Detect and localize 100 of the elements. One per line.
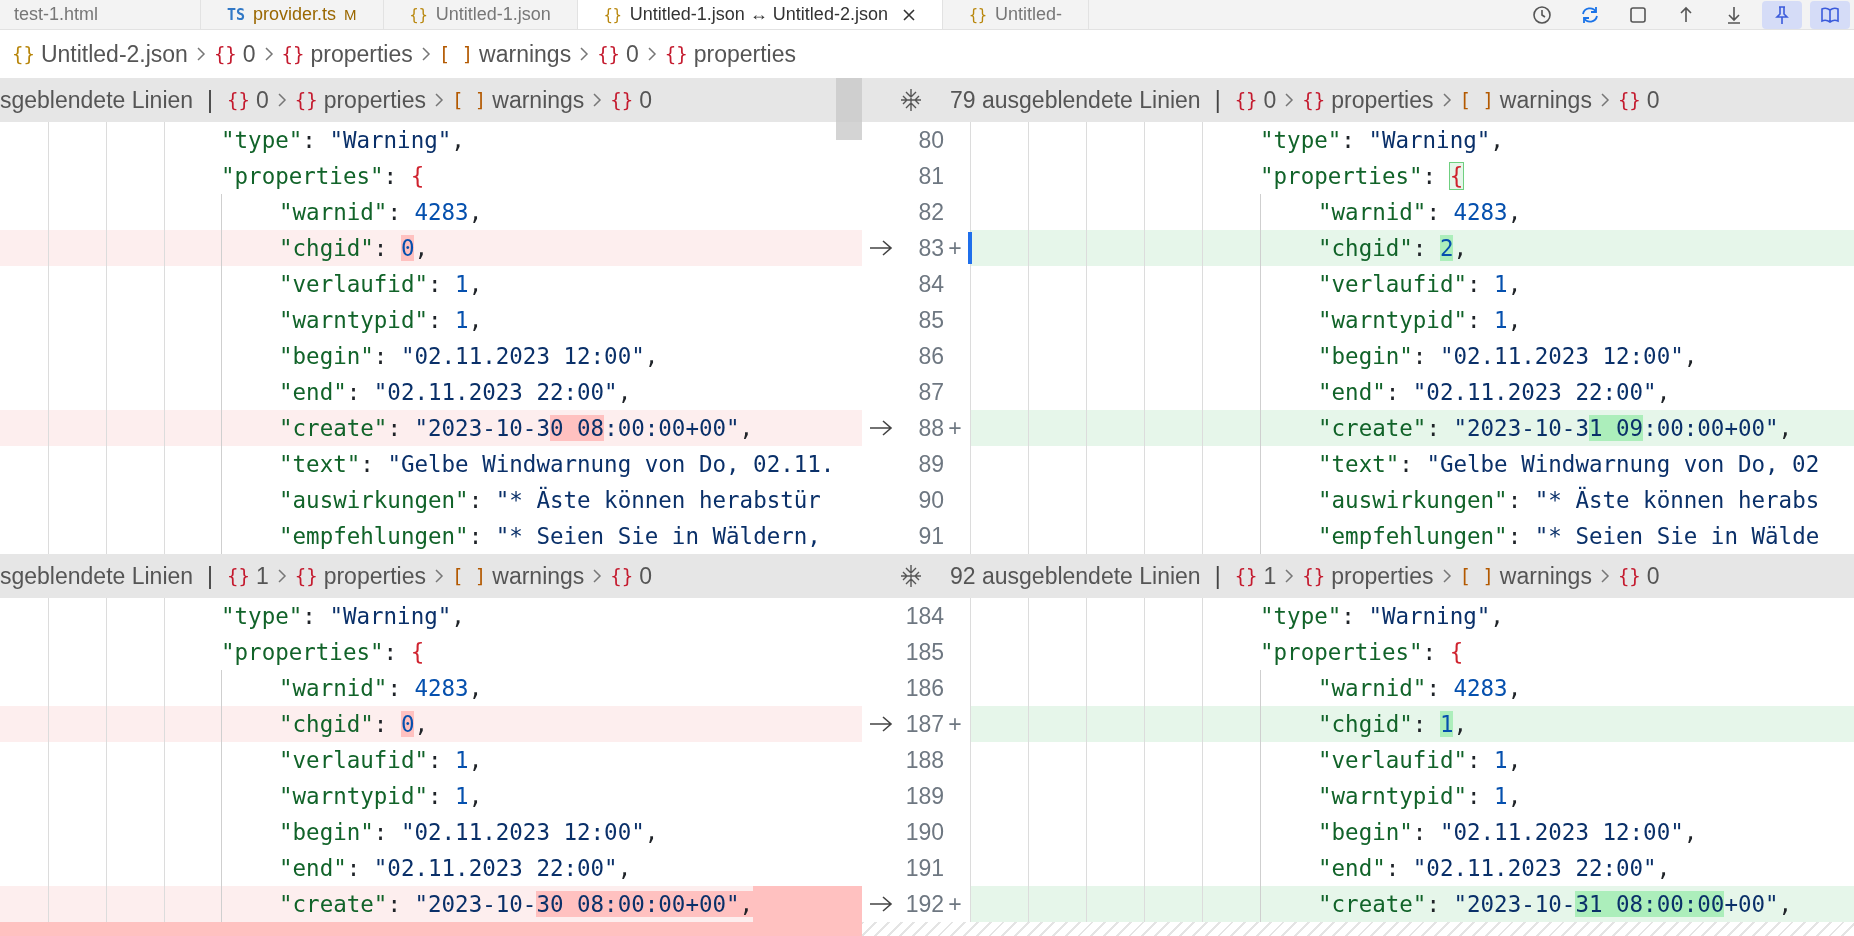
arrow-right-icon[interactable] — [868, 418, 894, 438]
line-number: 82 — [917, 198, 944, 226]
toolbar-button[interactable] — [1810, 0, 1850, 29]
hidden-lines-label[interactable]: sgeblendete Linien — [0, 86, 194, 114]
breadcrumb-item[interactable]: {} 0 — [1617, 86, 1660, 114]
code-line: "warntypid": 1, — [279, 306, 483, 335]
line-number: 190 — [904, 818, 944, 846]
code-line: "warntypid": 1, — [1318, 782, 1522, 811]
breadcrumb-item[interactable]: {} 0 — [610, 86, 652, 114]
tab[interactable]: {} Untitled- — [942, 0, 1089, 29]
arrow-right-icon[interactable] — [868, 894, 894, 914]
chevron-right-icon — [433, 568, 444, 584]
separator: | — [207, 86, 214, 114]
code-line: "properties": { — [221, 638, 425, 667]
breadcrumb-item[interactable]: [ ] warnings — [451, 86, 585, 114]
history-icon — [1531, 3, 1553, 26]
tab[interactable]: {} Untitled-1.json ↔ Untitled-2.json — [577, 0, 943, 29]
breadcrumb-item[interactable]: {} properties — [1302, 562, 1434, 590]
breadcrumb-item[interactable]: [ ] warnings — [451, 562, 585, 590]
brackets-icon: [ ] — [1459, 565, 1494, 587]
code-line: "create": "2023-10-30 08:00:00+00", — [279, 414, 754, 443]
line-number: 84 — [917, 270, 944, 298]
code-line: "auswirkungen": "* Äste können herabstür — [279, 485, 821, 515]
line-number: 80 — [917, 126, 944, 154]
json-file-icon: {} — [409, 5, 428, 24]
breadcrumb-item[interactable]: {} properties — [664, 40, 796, 68]
brackets-icon: [ ] — [438, 43, 474, 65]
line-number: 187 — [904, 710, 944, 738]
breadcrumb-item[interactable]: {} 0 — [610, 562, 652, 590]
breadcrumb-item[interactable]: {} 0 — [597, 40, 639, 68]
json-file-icon: {} — [968, 5, 987, 24]
added-sign: + — [948, 234, 962, 261]
added-sign: + — [948, 710, 962, 737]
breadcrumb-item[interactable]: {} 0 — [213, 40, 256, 68]
breadcrumb-item[interactable]: {} properties — [294, 86, 426, 114]
unfold-icon[interactable] — [898, 87, 924, 113]
line-number: 189 — [904, 782, 944, 810]
code-line: "type": "Warning", — [221, 126, 465, 155]
hidden-lines-label[interactable]: sgeblendete Linien — [0, 562, 194, 590]
code-line: "type": "Warning", — [1260, 126, 1504, 155]
chevron-right-icon — [433, 92, 444, 108]
code-line: "properties": { — [1260, 162, 1464, 191]
toolbar-button[interactable] — [1762, 0, 1802, 29]
braces-icon: {} — [281, 43, 305, 65]
breadcrumb-item[interactable]: {} 0 — [227, 86, 269, 114]
chevron-right-icon — [276, 568, 287, 584]
line-number: 185 — [904, 638, 944, 666]
code-line: "warnid": 4283, — [279, 198, 483, 227]
close-icon[interactable] — [901, 7, 916, 22]
breadcrumb-item[interactable]: {} 0 — [1617, 562, 1660, 590]
line-number: 184 — [904, 602, 944, 630]
braces-icon: {} — [664, 43, 688, 65]
tab[interactable]: TS provider.ts M — [201, 0, 384, 29]
line-number: 91 — [917, 522, 944, 550]
code-line: "create": "2023-10-31 08:00:00+00", — [1318, 890, 1793, 919]
arrow-right-icon[interactable] — [868, 238, 894, 258]
added-sign: + — [948, 890, 962, 917]
brackets-icon: [ ] — [451, 89, 487, 111]
breadcrumb-item[interactable]: {} properties — [1302, 86, 1434, 114]
line-number: 86 — [917, 342, 944, 370]
code-line: "warntypid": 1, — [1318, 306, 1522, 335]
braces-icon: {} — [1617, 565, 1641, 587]
breadcrumb-item[interactable]: [ ] warnings — [1459, 562, 1592, 590]
code-line: "chgid": 1, — [1318, 710, 1467, 739]
code-line: "properties": { — [1260, 638, 1464, 667]
code-line: "begin": "02.11.2023 12:00", — [1318, 818, 1698, 847]
tab[interactable]: test-1.html — [0, 0, 201, 29]
code-line: "end": "02.11.2023 22:00", — [279, 854, 632, 883]
brackets-icon: [ ] — [451, 565, 487, 587]
breadcrumb-item[interactable]: [ ] warnings — [438, 40, 572, 68]
hidden-lines-label[interactable]: 92 ausgeblendete Linien — [950, 562, 1201, 590]
breadcrumb-item[interactable]: [ ] warnings — [1459, 86, 1592, 114]
hidden-lines-label[interactable]: 79 ausgeblendete Linien — [950, 86, 1201, 114]
line-number: 191 — [904, 854, 944, 882]
braces-icon: {} — [294, 565, 318, 587]
tab[interactable]: {} Untitled-1.json — [383, 0, 578, 29]
unfold-icon[interactable] — [898, 563, 924, 589]
line-number: 192 — [904, 890, 944, 918]
line-number: 88 — [917, 414, 944, 442]
arrow-right-icon[interactable] — [868, 714, 894, 734]
breadcrumb-item[interactable]: {} properties — [294, 562, 426, 590]
breadcrumb-item[interactable]: {} properties — [281, 40, 413, 68]
chevron-right-icon — [1441, 92, 1452, 108]
code-line: "properties": { — [221, 162, 425, 191]
line-number: 188 — [904, 746, 944, 774]
breadcrumb-item[interactable]: {} 1 — [227, 562, 269, 590]
braces-icon: {} — [1617, 89, 1641, 111]
breadcrumb-item[interactable]: {} Untitled-2.json — [12, 40, 188, 68]
code-line: "end": "02.11.2023 22:00", — [1318, 378, 1671, 407]
chevron-right-icon — [1441, 568, 1452, 584]
code-line: "chgid": 0, — [279, 234, 428, 263]
scrollbar-thumb[interactable] — [836, 78, 862, 140]
code-line: "type": "Warning", — [1260, 602, 1504, 631]
breadcrumb-item[interactable]: {} 0 — [1234, 86, 1277, 114]
braces-icon: {} — [294, 89, 318, 111]
chevron-right-icon — [592, 92, 603, 108]
breadcrumb-item[interactable]: {} 1 — [1234, 562, 1277, 590]
added-sign: + — [948, 414, 962, 441]
line-number: 83 — [917, 234, 944, 262]
chevron-right-icon — [276, 92, 287, 108]
